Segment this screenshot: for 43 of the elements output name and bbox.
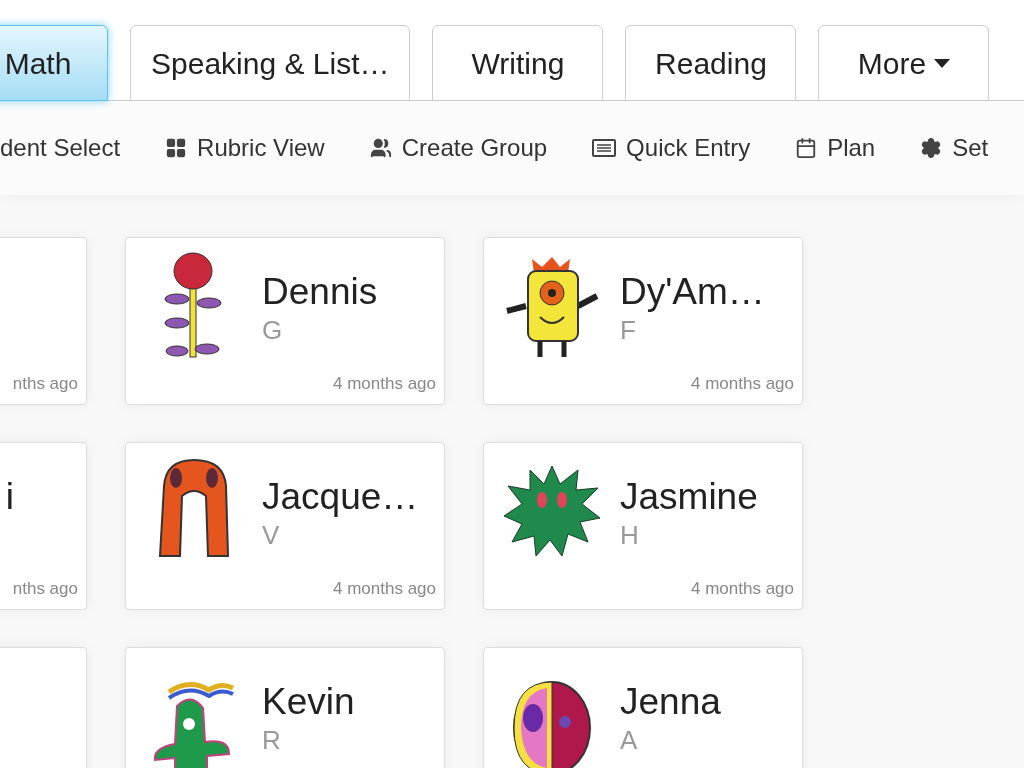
student-name: Dy'Am…: [620, 270, 765, 314]
toolbar-button[interactable]: Plan: [795, 130, 876, 166]
student-name: Dennis: [262, 270, 378, 314]
subject-tab[interactable]: Math: [0, 25, 108, 101]
student-card[interactable]: Jenna A: [483, 647, 803, 768]
toolbar-button[interactable]: Rubric View: [165, 130, 325, 166]
toolbar-button[interactable]: dent Select: [0, 130, 121, 166]
student-name: Kevin: [262, 680, 355, 724]
toolbar-button[interactable]: Quick Entry: [592, 130, 751, 166]
student-initial: V: [262, 521, 281, 549]
student-initial: H: [620, 521, 640, 549]
toolbar-button[interactable]: Set: [920, 130, 989, 166]
updated-time: nths ago: [12, 372, 78, 395]
updated-time: 4 months ago: [691, 372, 794, 395]
settings-icon: [920, 137, 943, 159]
subject-tab[interactable]: More: [818, 25, 990, 101]
subject-tab[interactable]: Writing: [432, 25, 604, 101]
student-card[interactable]: nths ago: [0, 237, 87, 405]
student-card[interactable]: Dy'Am… F 4 months ago: [483, 237, 803, 405]
calendar-icon: [795, 137, 818, 159]
student-card[interactable]: Jasmine H 4 months ago: [483, 442, 803, 610]
student-initial: R: [262, 726, 282, 754]
subject-tab[interactable]: Reading: [625, 25, 797, 101]
toolbar-button[interactable]: Create Group: [369, 130, 548, 166]
student-initial: A: [620, 726, 639, 754]
student-card[interactable]: Kevin R: [125, 647, 445, 768]
student-initial: G: [262, 316, 284, 344]
grid-icon: [165, 137, 188, 159]
student-card[interactable]: Jacque… V 4 months ago: [125, 442, 445, 610]
student-name: Jacque…: [262, 475, 419, 519]
student-initial: F: [620, 316, 637, 344]
subject-tab[interactable]: Speaking & List…: [130, 25, 411, 101]
list-box-icon: [592, 139, 617, 157]
updated-time: nths ago: [12, 577, 78, 600]
student-card[interactable]: Dennis G 4 months ago: [125, 237, 445, 405]
student-name: i: [5, 475, 14, 519]
users-icon: [369, 137, 392, 159]
updated-time: 4 months ago: [691, 577, 794, 600]
student-name: Jasmine: [620, 475, 758, 519]
student-card[interactable]: i nths ago: [0, 442, 87, 610]
updated-time: 4 months ago: [333, 577, 436, 600]
updated-time: 4 months ago: [333, 372, 436, 395]
student-name: Jenna: [620, 680, 721, 724]
